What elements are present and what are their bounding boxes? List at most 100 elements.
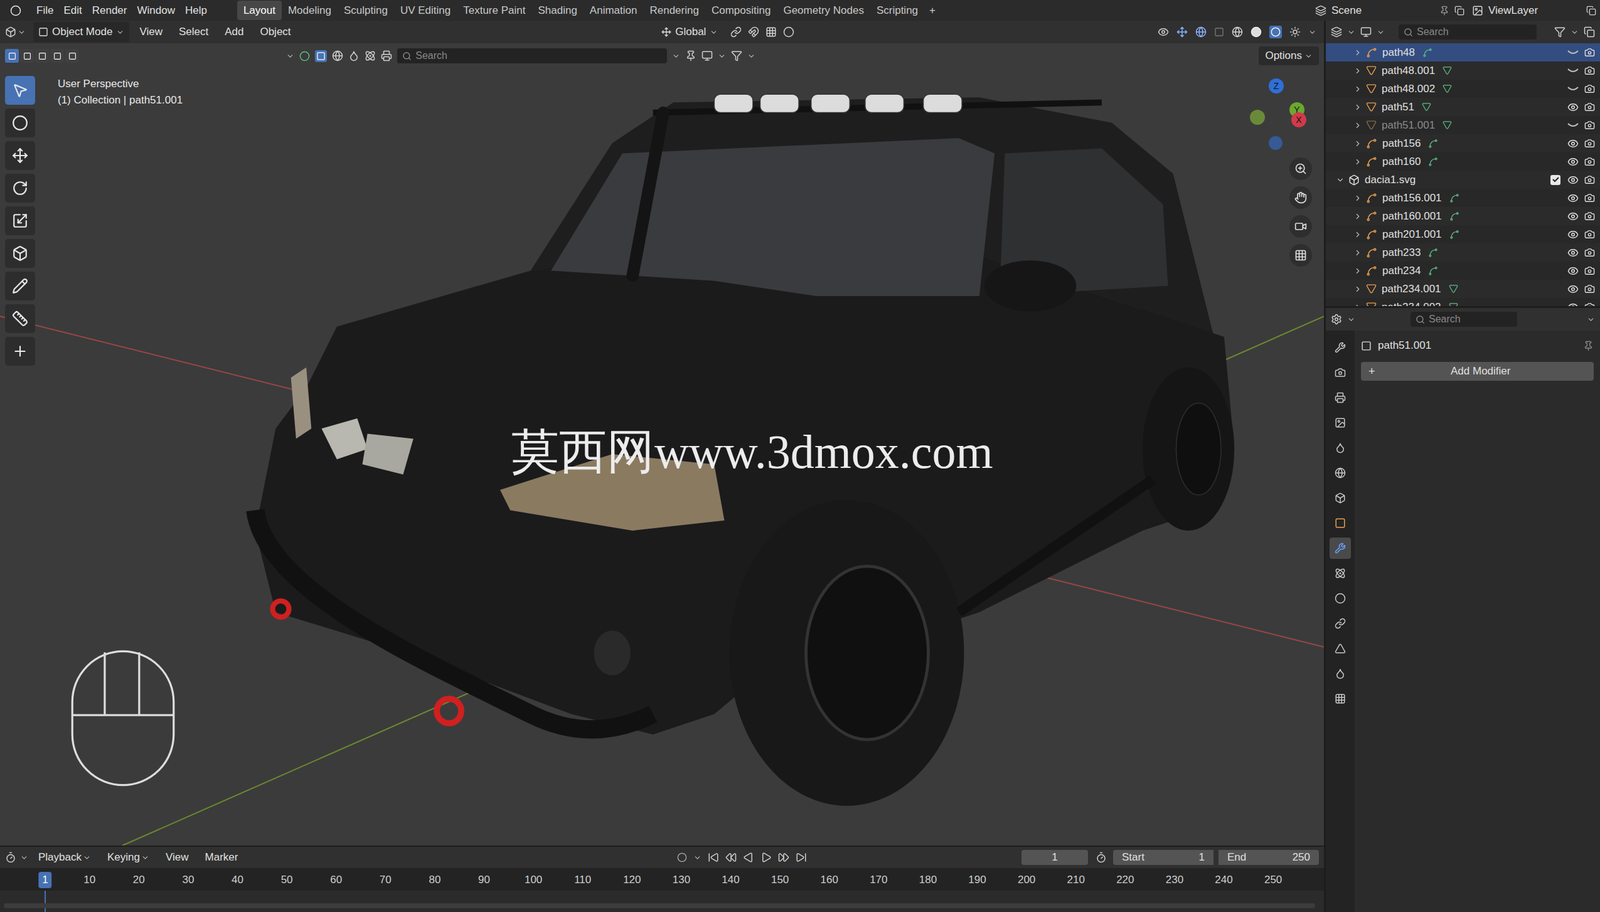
render-visibility-icon[interactable] — [1584, 47, 1595, 58]
eye-icon[interactable] — [1567, 247, 1579, 259]
render-visibility-icon[interactable] — [1584, 210, 1595, 222]
properties-tab[interactable] — [1329, 437, 1351, 459]
timeline-scrollbar[interactable] — [3, 903, 1316, 909]
workspace-tab[interactable]: Compositing — [705, 0, 778, 21]
outliner-row[interactable]: path51 — [1325, 97, 1600, 117]
current-frame-field[interactable]: 1 — [1021, 850, 1088, 866]
eye-icon[interactable] — [1567, 283, 1579, 295]
nav-button[interactable] — [1289, 186, 1312, 209]
properties-editor-icon[interactable] — [1330, 313, 1343, 326]
viewport-menu[interactable]: Select — [172, 23, 215, 41]
properties-tab[interactable] — [1329, 587, 1351, 610]
expand-icon[interactable] — [1353, 102, 1363, 112]
outliner-row[interactable]: path160 — [1325, 152, 1600, 171]
filter-active-button[interactable] — [314, 50, 327, 63]
end-frame-field[interactable]: End250 — [1218, 850, 1319, 866]
add-workspace-button[interactable]: + — [924, 2, 941, 19]
timeline-body[interactable] — [0, 890, 1324, 912]
proportional-icon[interactable] — [783, 26, 795, 38]
tool-button[interactable] — [5, 173, 36, 203]
outliner-row[interactable]: path233 — [1325, 243, 1600, 262]
outliner-row[interactable]: dacia1.svg — [1325, 170, 1600, 189]
filter-material-icon[interactable] — [348, 50, 360, 62]
select-mode-button[interactable] — [50, 48, 64, 63]
outliner-row[interactable]: path48.002 — [1325, 79, 1600, 98]
overlay-icon[interactable] — [1195, 26, 1207, 38]
properties-tab[interactable] — [1329, 412, 1351, 434]
properties-tab[interactable] — [1329, 487, 1351, 509]
filter-icon[interactable] — [730, 50, 743, 62]
properties-tab[interactable] — [1329, 362, 1351, 384]
eye-icon[interactable] — [1567, 301, 1579, 307]
snap-icon[interactable] — [747, 26, 760, 38]
snap-target-icon[interactable] — [765, 26, 777, 38]
eye-closed-icon[interactable] — [1566, 121, 1580, 130]
render-visibility-icon[interactable] — [1584, 138, 1595, 149]
blender-logo-icon[interactable] — [10, 5, 22, 17]
nav-button[interactable] — [1289, 244, 1312, 267]
properties-tab[interactable] — [1329, 462, 1351, 484]
outliner-row[interactable]: path156 — [1325, 134, 1600, 153]
workspace-tab[interactable]: Rendering — [643, 0, 705, 21]
menu-item[interactable]: Help — [180, 2, 213, 19]
workspace-tab[interactable]: Layout — [237, 0, 282, 21]
properties-tab[interactable] — [1329, 613, 1351, 635]
navigation-gizmo[interactable]: ZYX — [1242, 75, 1312, 152]
expand-icon[interactable] — [1353, 84, 1363, 94]
menu-item[interactable]: Edit — [58, 2, 87, 19]
filter-physics-icon[interactable] — [364, 50, 376, 62]
eye-icon[interactable] — [1567, 156, 1579, 168]
pivot-icon[interactable] — [730, 26, 742, 38]
scene-selector[interactable]: Scene — [1311, 2, 1469, 19]
render-visibility-icon[interactable] — [1584, 192, 1595, 204]
render-visibility-icon[interactable] — [1584, 283, 1595, 295]
solid-shading-icon[interactable] — [1250, 26, 1262, 38]
play-icon[interactable] — [760, 852, 772, 864]
outliner-row[interactable]: path156.001 — [1325, 188, 1600, 208]
tool-button[interactable] — [5, 108, 36, 138]
workspace-tab[interactable]: UV Editing — [394, 0, 457, 21]
nav-button[interactable] — [1289, 215, 1312, 238]
tool-button[interactable] — [5, 304, 36, 334]
view-layer-selector[interactable]: ViewLayer — [1468, 2, 1600, 19]
properties-tab[interactable] — [1329, 537, 1351, 560]
expand-icon[interactable] — [1353, 157, 1363, 167]
viewport-menu[interactable]: View — [133, 23, 169, 41]
expand-icon[interactable] — [1353, 248, 1363, 258]
outliner-row[interactable]: path201.001 — [1325, 225, 1600, 244]
timeline-ruler[interactable]: 1102030405060708090100110120130140150160… — [0, 868, 1324, 891]
pin-icon[interactable] — [1583, 340, 1594, 352]
select-mode-button[interactable] — [20, 48, 34, 63]
editor-type-button[interactable] — [5, 26, 26, 38]
3d-viewport[interactable]: SearchOptionsUser Perspective(1) Collect… — [0, 43, 1324, 846]
filter-world-icon[interactable] — [331, 50, 344, 62]
next-keyframe-icon[interactable] — [778, 852, 790, 864]
render-visibility-icon[interactable] — [1584, 83, 1595, 95]
xray-icon[interactable] — [1214, 26, 1225, 38]
eye-icon[interactable] — [1567, 101, 1579, 113]
render-visibility-icon[interactable] — [1584, 65, 1595, 76]
new-view-layer-icon[interactable] — [1586, 5, 1597, 16]
workspace-tab[interactable]: Shading — [531, 0, 583, 21]
mode-dropdown[interactable]: Object Mode — [33, 21, 130, 43]
record-icon[interactable] — [677, 852, 688, 863]
tool-button[interactable] — [5, 75, 36, 105]
render-visibility-icon[interactable] — [1584, 174, 1595, 186]
expand-icon[interactable] — [1353, 121, 1363, 130]
expand-icon[interactable] — [1335, 175, 1345, 185]
visibility-icon[interactable] — [1157, 26, 1169, 38]
jump-end-icon[interactable] — [795, 852, 807, 864]
render-visibility-icon[interactable] — [1584, 101, 1595, 113]
select-mode-button[interactable] — [35, 48, 49, 63]
outliner-editor-icon[interactable] — [1330, 26, 1343, 38]
display-mode-icon[interactable] — [1360, 26, 1372, 38]
new-scene-icon[interactable] — [1454, 5, 1465, 16]
start-frame-field[interactable]: Start1 — [1113, 850, 1214, 866]
menu-item[interactable]: File — [31, 2, 59, 19]
eye-icon[interactable] — [1567, 210, 1579, 223]
outliner-row[interactable]: path48.001 — [1325, 61, 1600, 80]
expand-icon[interactable] — [1353, 193, 1363, 203]
bookmark-icon[interactable] — [685, 50, 697, 62]
menu-item[interactable]: Render — [87, 2, 133, 19]
playhead[interactable]: 1 — [38, 872, 52, 889]
